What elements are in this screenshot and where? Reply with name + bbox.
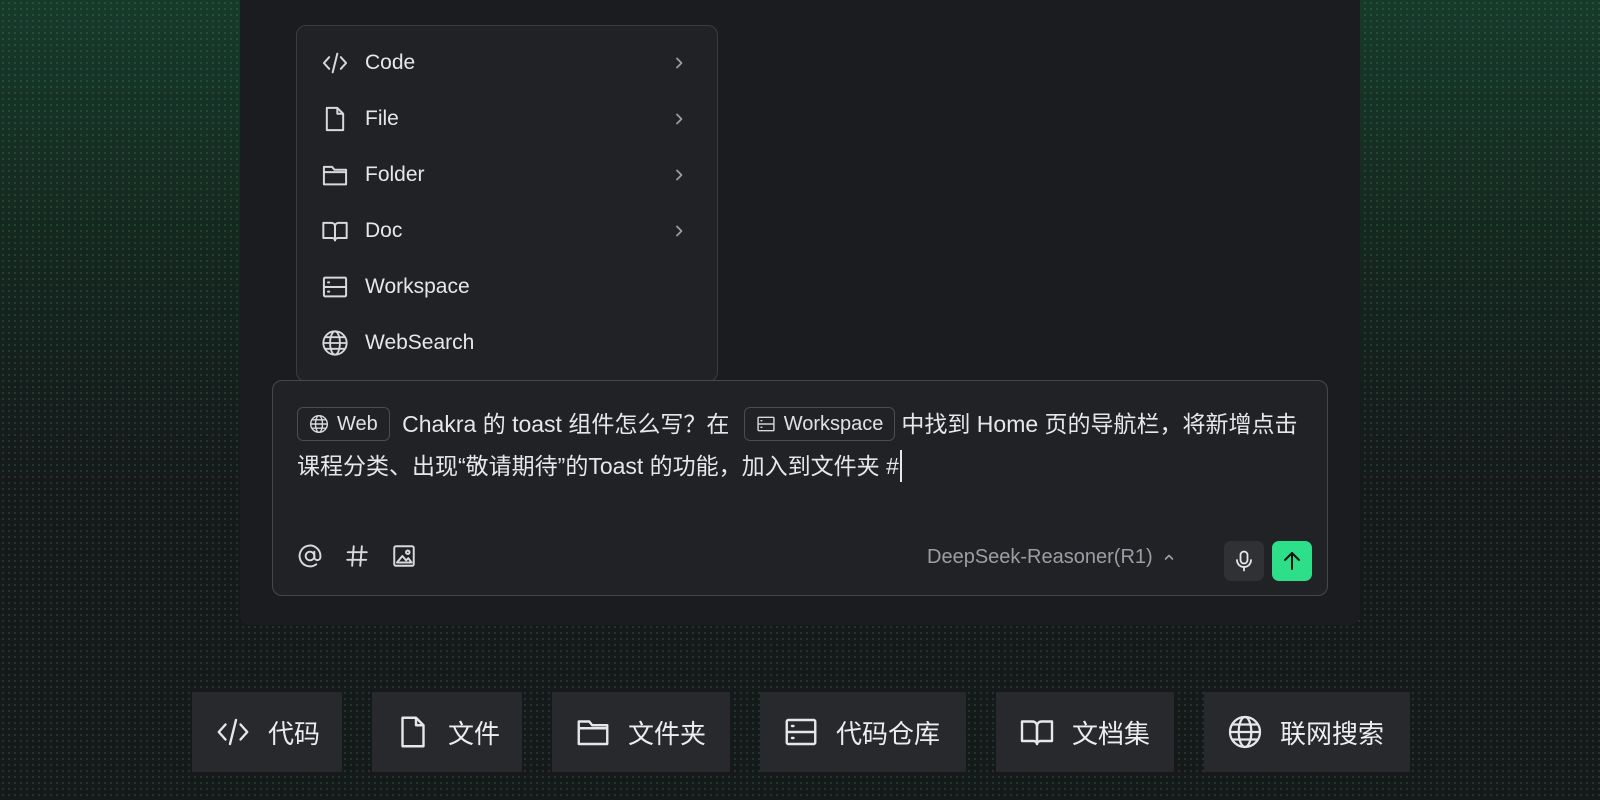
image-button[interactable]	[389, 541, 419, 571]
chevron-up-icon	[1163, 551, 1175, 563]
menu-item-label: WebSearch	[365, 331, 475, 354]
globe-icon	[321, 329, 349, 357]
at-icon	[297, 543, 323, 569]
workspace-icon	[782, 713, 820, 751]
arrow-up-icon	[1280, 549, 1304, 573]
image-icon	[391, 543, 417, 569]
hash-icon	[344, 543, 370, 569]
quick-action-folder[interactable]: 文件夹	[552, 692, 730, 772]
quick-action-file[interactable]: 文件	[372, 692, 522, 772]
model-name: DeepSeek-Reasoner(R1)	[927, 545, 1153, 568]
menu-item-label: Workspace	[365, 275, 470, 298]
folder-icon	[321, 161, 349, 189]
quick-action-docs[interactable]: 文档集	[996, 692, 1174, 772]
menu-item-label: Folder	[365, 163, 425, 186]
workspace-chip-label: Workspace	[783, 412, 884, 435]
code-icon	[214, 713, 252, 751]
globe-icon	[309, 414, 329, 434]
book-icon	[321, 217, 349, 245]
workspace-icon	[756, 414, 776, 434]
quick-action-label: 代码	[268, 718, 321, 749]
text-caret	[899, 449, 902, 482]
model-selector[interactable]: DeepSeek-Reasoner(R1)	[927, 543, 1175, 571]
menu-item-label: Code	[365, 51, 416, 74]
quick-action-repository[interactable]: 代码仓库	[760, 692, 966, 772]
hashtag-button[interactable]	[342, 541, 372, 571]
message-composer[interactable]: Web Chakra 的 toast 组件怎么写？在 Workspace 中找到…	[272, 380, 1328, 596]
quick-action-label: 文件夹	[628, 718, 707, 749]
folder-icon	[574, 713, 612, 751]
chevron-right-icon	[671, 167, 687, 183]
file-icon	[321, 105, 349, 133]
quick-action-label: 文档集	[1072, 718, 1151, 749]
menu-item-code[interactable]: Code	[297, 35, 717, 91]
quick-action-label: 代码仓库	[836, 718, 941, 749]
mention-menu: Code File Folder Doc Workspace WebSearch	[296, 25, 718, 382]
quick-action-code[interactable]: 代码	[192, 692, 342, 772]
message-text-1: Chakra 的 toast 组件怎么写？在	[402, 411, 730, 437]
web-chip[interactable]: Web	[297, 406, 390, 441]
menu-item-workspace[interactable]: Workspace	[297, 259, 717, 315]
menu-item-label: Doc	[365, 219, 403, 242]
workspace-icon	[321, 273, 349, 301]
menu-item-websearch[interactable]: WebSearch	[297, 315, 717, 371]
chevron-right-icon	[671, 223, 687, 239]
quick-action-websearch[interactable]: 联网搜索	[1204, 692, 1410, 772]
code-icon	[321, 49, 349, 77]
quick-action-label: 文件	[448, 718, 501, 749]
web-chip-label: Web	[337, 412, 378, 435]
quick-action-label: 联网搜索	[1280, 718, 1385, 749]
mention-button[interactable]	[295, 541, 325, 571]
menu-item-file[interactable]: File	[297, 91, 717, 147]
message-input[interactable]: Web Chakra 的 toast 组件怎么写？在 Workspace 中找到…	[297, 403, 1307, 487]
chevron-right-icon	[671, 111, 687, 127]
send-button[interactable]	[1272, 541, 1312, 581]
microphone-icon	[1232, 549, 1256, 573]
menu-item-doc[interactable]: Doc	[297, 203, 717, 259]
workspace-chip[interactable]: Workspace	[743, 406, 896, 441]
menu-item-folder[interactable]: Folder	[297, 147, 717, 203]
file-icon	[394, 713, 432, 751]
chevron-right-icon	[671, 55, 687, 71]
book-icon	[1018, 713, 1056, 751]
globe-icon	[1226, 713, 1264, 751]
menu-item-label: File	[365, 107, 399, 130]
voice-input-button[interactable]	[1224, 541, 1264, 581]
